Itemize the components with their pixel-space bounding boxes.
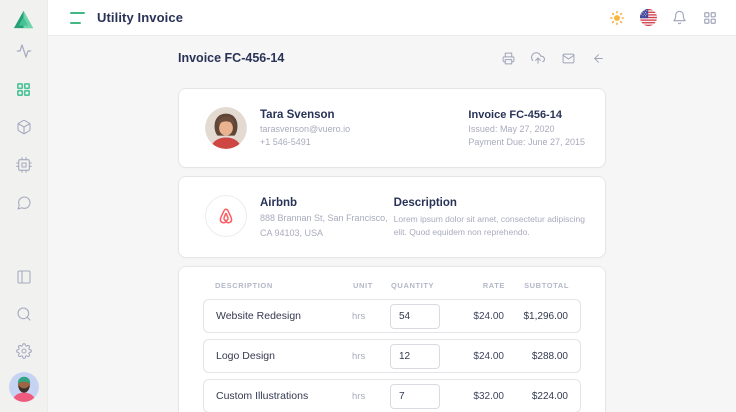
sidebar-item-elements[interactable]: [8, 149, 40, 181]
item-rate: $24.00: [444, 311, 504, 322]
quantity-input[interactable]: [390, 384, 440, 409]
invoice-title: Invoice FC-456-14: [178, 51, 284, 65]
invoice-due-date: Payment Due: June 27, 2015: [468, 137, 585, 147]
header-quantity: QUANTITY: [391, 281, 445, 290]
item-description: Logo Design: [216, 350, 352, 362]
user-avatar[interactable]: [9, 372, 39, 402]
header-unit: UNIT: [353, 281, 383, 290]
table-row: Logo Design hrs $24.00 $288.00: [203, 339, 581, 373]
customer-name: Tara Svenson: [260, 109, 350, 121]
company-card: Airbnb 888 Brannan St, San Francisco, CA…: [178, 176, 606, 258]
invoice-header: Invoice FC-456-14: [178, 47, 606, 69]
item-rate: $32.00: [444, 391, 504, 402]
search-icon: [16, 306, 32, 322]
line-items-card: DESCRIPTION UNIT QUANTITY RATE SUBTOTAL …: [178, 266, 606, 412]
invoice-number: Invoice FC-456-14: [468, 109, 585, 121]
cpu-icon: [16, 157, 32, 173]
menu-toggle-button[interactable]: [70, 12, 86, 24]
print-button[interactable]: [500, 50, 516, 66]
invoice-meta: Invoice FC-456-14 Issued: May 27, 2020 P…: [468, 109, 585, 147]
table-row: Custom Illustrations hrs $32.00 $224.00: [203, 379, 581, 412]
sidebar: [0, 0, 48, 412]
upload-button[interactable]: [530, 50, 546, 66]
page-title: Utility Invoice: [97, 10, 183, 25]
us-flag-icon: [640, 9, 657, 26]
sidebar-bottom-nav: [8, 261, 40, 402]
gear-icon: [16, 343, 32, 359]
customer-avatar-photo: [205, 107, 247, 149]
company-name: Airbnb: [260, 197, 388, 209]
item-unit: hrs: [352, 311, 382, 322]
logo-triangle-icon: [12, 8, 35, 31]
activity-icon: [16, 43, 32, 59]
header-rate: RATE: [445, 281, 505, 290]
panels-icon: [16, 269, 32, 285]
quantity-input[interactable]: [390, 344, 440, 369]
header-description: DESCRIPTION: [215, 281, 353, 290]
apps-menu-button[interactable]: [700, 8, 720, 28]
send-mail-button[interactable]: [560, 50, 576, 66]
back-button[interactable]: [590, 50, 606, 66]
item-subtotal: $288.00: [504, 351, 568, 362]
cloud-upload-icon: [531, 51, 545, 65]
top-navbar: Utility Invoice: [48, 0, 736, 36]
company-address-line2: CA 94103, USA: [260, 227, 388, 241]
arrow-left-icon: [592, 52, 605, 65]
apps-grid-icon: [703, 11, 717, 25]
item-subtotal: $1,296.00: [504, 311, 568, 322]
customer-email: tarasvenson@vuero.io: [260, 124, 350, 134]
sidebar-main-nav: [8, 35, 40, 219]
sidebar-item-messages[interactable]: [8, 187, 40, 219]
item-unit: hrs: [352, 351, 382, 362]
customer-avatar: [205, 107, 247, 149]
item-unit: hrs: [352, 391, 382, 402]
item-rate: $24.00: [444, 351, 504, 362]
navbar-actions: [607, 8, 720, 28]
sidebar-item-dashboards[interactable]: [8, 73, 40, 105]
description-text-line1: Lorem ipsum dolor sit amet, consectetur …: [394, 213, 585, 226]
app-logo[interactable]: [11, 7, 36, 32]
printer-icon: [502, 52, 515, 65]
item-description: Custom Illustrations: [216, 390, 352, 402]
sun-icon: [609, 10, 625, 26]
description-text-line2: elit. Quod equidem non reprehendo.: [394, 226, 585, 239]
mail-icon: [562, 52, 575, 65]
quantity-input[interactable]: [390, 304, 440, 329]
sidebar-search-button[interactable]: [8, 298, 40, 330]
sidebar-settings-button[interactable]: [8, 335, 40, 367]
header-subtotal: SUBTOTAL: [505, 281, 569, 290]
notifications-button[interactable]: [669, 8, 689, 28]
cube-icon: [16, 119, 32, 135]
user-avatar-illustration: [9, 372, 39, 402]
customer-phone: +1 546-5491: [260, 137, 350, 147]
company-logo: [205, 195, 247, 237]
company-address-line1: 888 Brannan St, San Francisco,: [260, 212, 388, 226]
airbnb-logo-icon: [214, 204, 238, 228]
invoice-issued-date: Issued: May 27, 2020: [468, 124, 585, 134]
invoice-toolbar: [500, 50, 606, 66]
sidebar-item-panels[interactable]: [8, 261, 40, 293]
description-block: Description Lorem ipsum dolor sit amet, …: [394, 195, 585, 239]
chat-bubble-icon: [16, 195, 32, 211]
language-selector[interactable]: [638, 8, 658, 28]
main-content: Invoice FC-456-14: [48, 36, 736, 412]
description-title: Description: [394, 197, 585, 209]
dashboard-grid-icon: [16, 82, 31, 97]
table-header-row: DESCRIPTION UNIT QUANTITY RATE SUBTOTAL: [203, 277, 581, 293]
sidebar-item-activity[interactable]: [8, 35, 40, 67]
theme-toggle-button[interactable]: [607, 8, 627, 28]
customer-card: Tara Svenson tarasvenson@vuero.io +1 546…: [178, 88, 606, 168]
bell-icon: [672, 10, 687, 25]
table-row: Website Redesign hrs $24.00 $1,296.00: [203, 299, 581, 333]
item-subtotal: $224.00: [504, 391, 568, 402]
sidebar-item-components[interactable]: [8, 111, 40, 143]
item-description: Website Redesign: [216, 310, 352, 322]
